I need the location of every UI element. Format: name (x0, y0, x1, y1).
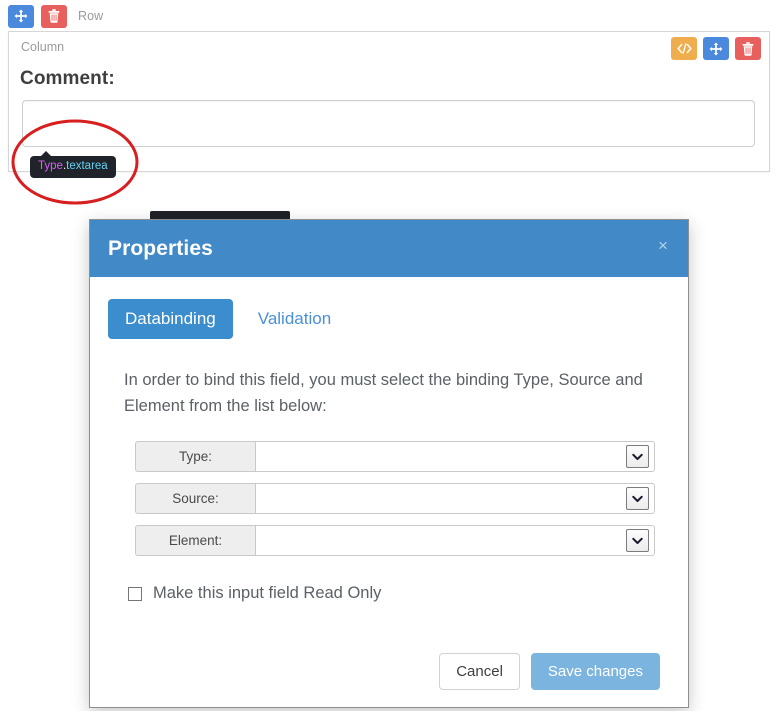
modal-footer: Cancel Save changes (90, 635, 688, 707)
move-icon (709, 42, 723, 56)
column-delete-button[interactable] (735, 37, 761, 60)
type-tooltip: Type.textarea (30, 151, 116, 178)
field-source-label: Source: (135, 483, 255, 514)
tab-validation[interactable]: Validation (241, 299, 348, 339)
column-label: Column (21, 40, 65, 54)
column-move-button[interactable] (703, 37, 729, 60)
chevron-down-icon (626, 487, 649, 510)
field-element-select[interactable] (255, 525, 655, 556)
field-source-select[interactable] (255, 483, 655, 514)
intro-text: In order to bind this field, you must se… (124, 371, 643, 415)
trash-icon (48, 9, 60, 23)
row-toolbar: Row (8, 4, 103, 28)
field-source: Source: (135, 483, 655, 514)
trash-icon (742, 41, 754, 56)
modal-tabs: Databinding Validation (90, 277, 688, 339)
properties-modal: Properties × Databinding Validation In o… (89, 219, 689, 708)
modal-title: Properties (108, 236, 213, 260)
readonly-checkbox[interactable] (128, 586, 142, 601)
field-type-label: Type: (135, 441, 255, 472)
column-code-button[interactable] (671, 37, 697, 60)
readonly-row: Make this input field Read Only (128, 584, 688, 603)
row-delete-button[interactable] (41, 4, 67, 28)
tab-databinding[interactable]: Databinding (108, 299, 233, 339)
tooltip-value: textarea (66, 160, 108, 172)
field-element: Element: (135, 525, 655, 556)
close-icon[interactable]: × (654, 237, 672, 255)
modal-header: Properties × (90, 220, 688, 277)
chevron-down-icon (626, 529, 649, 552)
binding-fields: Type: Source: Element: (135, 441, 655, 556)
field-type: Type: (135, 441, 655, 472)
code-icon (676, 42, 692, 55)
field-type-select[interactable] (255, 441, 655, 472)
row-move-button[interactable] (8, 4, 34, 28)
comment-textarea[interactable] (22, 100, 755, 147)
row-label: Row (78, 9, 104, 23)
readonly-label[interactable]: Make this input field Read Only (153, 584, 381, 603)
field-element-label: Element: (135, 525, 255, 556)
tooltip-key: Type (38, 160, 63, 172)
comment-label: Comment: (20, 68, 115, 89)
chevron-down-icon (626, 445, 649, 468)
save-changes-button[interactable]: Save changes (530, 652, 660, 690)
move-icon (14, 9, 28, 23)
cancel-button[interactable]: Cancel (439, 652, 520, 690)
modal-body: Databinding Validation In order to bind … (90, 277, 688, 603)
column-toolbar (671, 37, 761, 60)
